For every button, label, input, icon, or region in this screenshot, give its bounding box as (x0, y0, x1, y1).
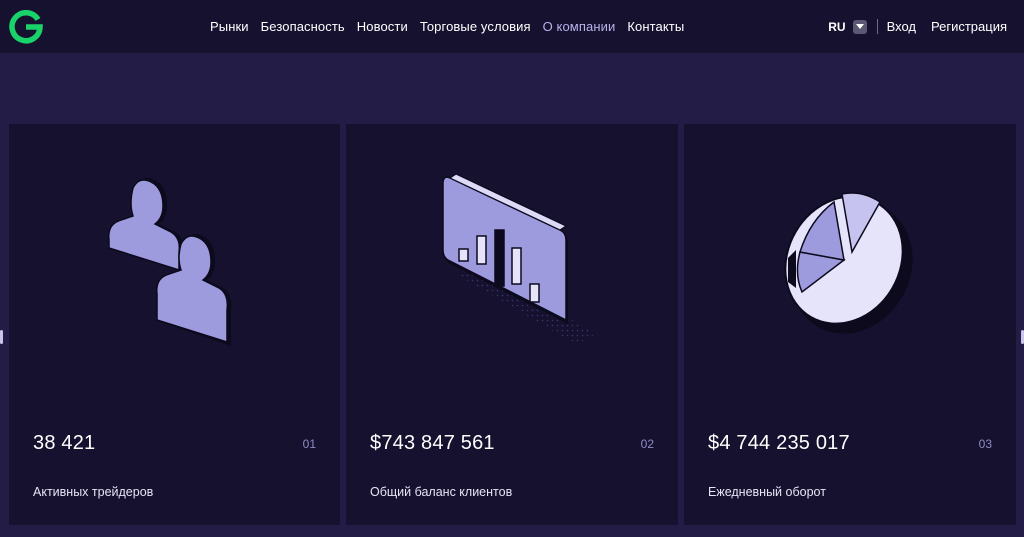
language-code: RU (828, 19, 846, 34)
chevron-down-icon (852, 19, 867, 34)
stat-label: Активных трейдеров (33, 485, 154, 499)
stat-index: 03 (978, 437, 992, 451)
nav-item-security[interactable]: Безопасность (261, 19, 345, 34)
page: Рынки Безопасность Новости Торговые усло… (0, 0, 1024, 537)
stat-label: Ежедневный оборот (708, 485, 826, 499)
top-navigation-bar: Рынки Безопасность Новости Торговые усло… (0, 0, 1024, 53)
nav-item-contacts[interactable]: Контакты (627, 19, 684, 34)
header-actions: RU Вход Регистрация (828, 0, 1007, 53)
nav-item-markets[interactable]: Рынки (210, 19, 249, 34)
stat-index: 02 (640, 437, 654, 451)
pie-chart-icon (784, 192, 913, 334)
stat-label: Общий баланс клиентов (370, 485, 513, 499)
language-selector[interactable]: RU (828, 19, 867, 34)
stat-card-turnover: $4 744 235 017 03 Ежедневный оборот (684, 124, 1016, 525)
stat-value: 38 421 (33, 432, 96, 454)
login-link[interactable]: Вход (887, 19, 916, 34)
main-nav: Рынки Безопасность Новости Торговые усло… (210, 0, 684, 53)
nav-item-about[interactable]: О компании (543, 19, 616, 34)
users-icon (108, 178, 232, 346)
register-link[interactable]: Регистрация (931, 19, 1007, 34)
header-divider (876, 19, 878, 34)
stat-value: $743 847 561 (370, 432, 495, 454)
nav-item-news[interactable]: Новости (357, 19, 408, 34)
g-logo-icon[interactable] (9, 10, 43, 44)
stat-card-traders: 38 421 01 Активных трейдеров (9, 124, 340, 525)
stat-value: $4 744 235 017 (708, 432, 850, 454)
stat-index: 01 (302, 437, 316, 451)
stat-card-balance: $743 847 561 02 Общий баланс клиентов (346, 124, 678, 525)
nav-item-trading-conditions[interactable]: Торговые условия (420, 19, 531, 34)
carousel-prev-handle[interactable] (0, 330, 3, 344)
bar-chart-card-icon (442, 173, 596, 344)
